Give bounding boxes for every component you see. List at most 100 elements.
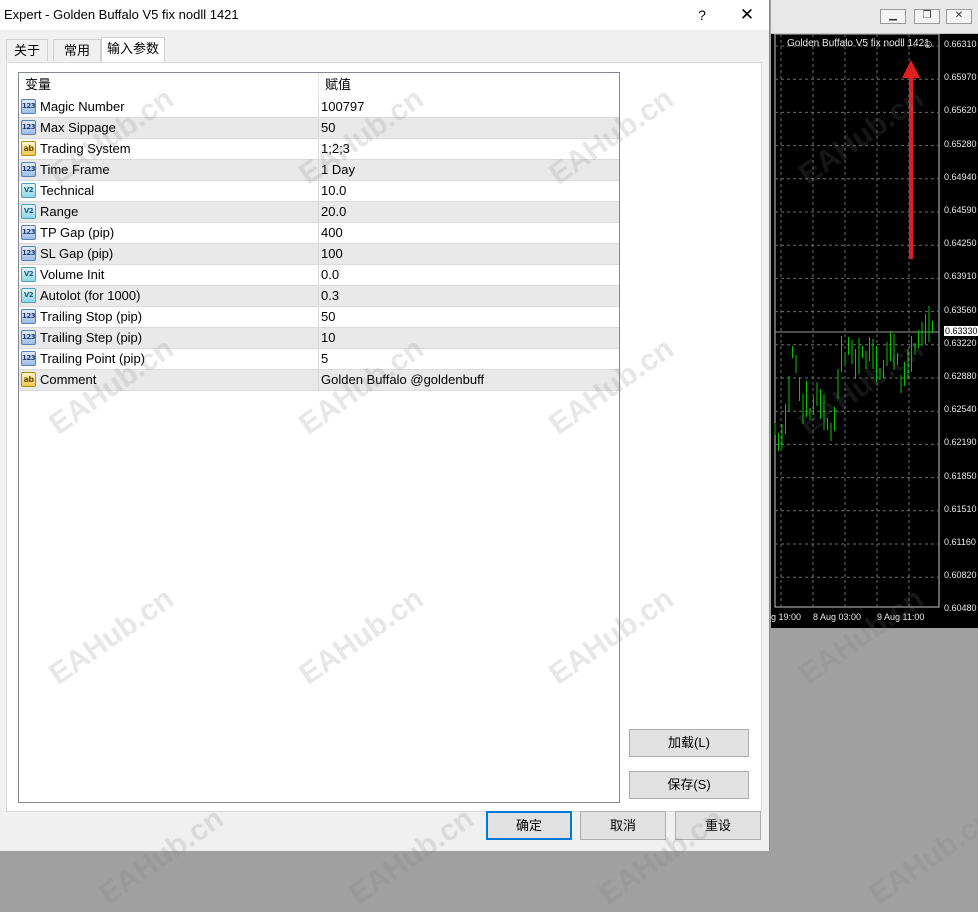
price-axis-label: 0.61160 (944, 537, 976, 547)
parameter-name-cell[interactable]: ab Comment (19, 370, 319, 390)
price-chart[interactable]: Golden Buffalo V5 fix nodll 1421 ☺ 0.663… (771, 34, 978, 628)
tab-about[interactable]: 关于 (6, 39, 48, 61)
help-button[interactable]: ? (690, 4, 714, 26)
parameter-row[interactable]: ab Trading System 1;2;3 (19, 139, 619, 160)
input-parameters-grid: 变量 赋值 123 Magic Number 100797 123 Max Sippag… (18, 72, 620, 803)
parameter-value[interactable]: 5 (319, 349, 619, 369)
parameter-value[interactable]: 100797 (319, 97, 619, 117)
restore-icon[interactable]: ❐ (914, 9, 940, 24)
parameter-row[interactable]: 123 Trailing Point (pip) 5 (19, 349, 619, 370)
int-type-icon: 123 (21, 162, 36, 177)
int-type-icon: 123 (21, 99, 36, 114)
parameter-value[interactable]: 50 (319, 118, 619, 138)
parameter-name-cell[interactable]: V2 Volume Init (19, 265, 319, 285)
parameter-name: Technical (40, 183, 95, 198)
parameter-name: TP Gap (pip) (40, 225, 115, 240)
parameter-name-cell[interactable]: 123 Trailing Point (pip) (19, 349, 319, 369)
tab-common[interactable]: 常用 (53, 39, 101, 61)
parameter-row[interactable]: V2 Technical 10.0 (19, 181, 619, 202)
int-type-icon: 123 (21, 330, 36, 345)
expert-properties-dialog: Expert - Golden Buffalo V5 fix nodll 142… (0, 0, 770, 851)
ok-button[interactable]: 确定 (486, 811, 572, 840)
parameter-name: SL Gap (pip) (40, 246, 114, 261)
load-button[interactable]: 加载(L) (629, 729, 749, 757)
parameter-name-cell[interactable]: 123 Max Sippage (19, 118, 319, 138)
int-type-icon: 123 (21, 225, 36, 240)
parameter-row[interactable]: 123 Max Sippage 50 (19, 118, 619, 139)
parameter-name-cell[interactable]: 123 Trailing Stop (pip) (19, 307, 319, 327)
dbl-type-icon: V2 (21, 183, 36, 198)
parameter-row[interactable]: V2 Volume Init 0.0 (19, 265, 619, 286)
parameter-name: Magic Number (40, 99, 125, 114)
parameter-row[interactable]: V2 Range 20.0 (19, 202, 619, 223)
parameter-value[interactable]: 1;2;3 (319, 139, 619, 159)
parameter-value[interactable]: 100 (319, 244, 619, 264)
int-type-icon: 123 (21, 309, 36, 324)
parameter-row[interactable]: 123 Time Frame 1 Day (19, 160, 619, 181)
parameter-value[interactable]: 10.0 (319, 181, 619, 201)
column-header-variable[interactable]: 变量 (19, 73, 319, 97)
column-header-value[interactable]: 赋值 (319, 73, 619, 97)
price-axis-label: 0.65620 (944, 105, 977, 116)
parameter-value[interactable]: Golden Buffalo @goldenbuff (319, 370, 619, 390)
parameter-name-cell[interactable]: 123 TP Gap (pip) (19, 223, 319, 243)
parameter-row[interactable]: 123 Trailing Stop (pip) 50 (19, 307, 619, 328)
int-type-icon: 123 (21, 120, 36, 135)
parameter-name-cell[interactable]: 123 Magic Number (19, 97, 319, 117)
parameter-row[interactable]: 123 SL Gap (pip) 100 (19, 244, 619, 265)
price-axis-label: 0.64940 (944, 171, 977, 182)
time-axis-label: 8 Aug 03:00 (813, 612, 862, 622)
parameter-name-cell[interactable]: 123 SL Gap (pip) (19, 244, 319, 264)
parameter-row[interactable]: 123 TP Gap (pip) 400 (19, 223, 619, 244)
parameter-name-cell[interactable]: V2 Autolot (for 1000) (19, 286, 319, 306)
parameter-name: Trailing Step (pip) (40, 330, 143, 345)
chart-window-titlebar[interactable]: ▁ ❐ ✕ (771, 0, 978, 34)
parameter-name-cell[interactable]: V2 Range (19, 202, 319, 222)
parameter-value[interactable]: 0.3 (319, 286, 619, 306)
dialog-titlebar[interactable]: Expert - Golden Buffalo V5 fix nodll 142… (0, 0, 769, 30)
price-axis-label: 0.61850 (944, 470, 977, 481)
parameter-name: Max Sippage (40, 120, 116, 135)
price-axis-label: 0.63560 (944, 304, 977, 315)
price-axis-label: 0.61510 (944, 503, 977, 514)
price-axis-label: 0.62190 (944, 437, 977, 448)
minimize-icon[interactable]: ▁ (880, 9, 906, 24)
parameter-row[interactable]: V2 Autolot (for 1000) 0.3 (19, 286, 619, 307)
parameter-name: Time Frame (40, 162, 110, 177)
parameter-value[interactable]: 0.0 (319, 265, 619, 285)
parameter-value[interactable]: 10 (319, 328, 619, 348)
tab-inputs[interactable]: 输入参数 (101, 37, 165, 62)
smile-icon: ☺ (922, 37, 935, 51)
parameter-name-cell[interactable]: 123 Time Frame (19, 160, 319, 180)
close-icon[interactable]: ✕ (946, 9, 972, 24)
price-axis-label: 0.64250 (944, 238, 977, 249)
annotation-arrow-head (902, 60, 920, 78)
grid-header: 变量 赋值 (19, 73, 619, 97)
reset-button[interactable]: 重设 (675, 811, 761, 840)
current-price-label: 0.63330 (944, 326, 978, 336)
parameter-row[interactable]: 123 Magic Number 100797 (19, 97, 619, 118)
parameter-row[interactable]: 123 Trailing Step (pip) 10 (19, 328, 619, 349)
dbl-type-icon: V2 (21, 288, 36, 303)
parameter-value[interactable]: 1 Day (319, 160, 619, 180)
parameter-name: Comment (40, 372, 97, 387)
str-type-icon: ab (21, 372, 36, 387)
parameter-value[interactable]: 50 (319, 307, 619, 327)
price-axis-label: 0.60820 (944, 570, 977, 581)
parameter-name-cell[interactable]: 123 Trailing Step (pip) (19, 328, 319, 348)
price-axis-label: 0.60480 (944, 603, 977, 614)
parameter-name: Range (40, 204, 79, 219)
save-button[interactable]: 保存(S) (629, 771, 749, 799)
parameter-value[interactable]: 400 (319, 223, 619, 243)
time-axis-label: g 19:00 (771, 612, 802, 622)
parameter-name: Volume Init (40, 267, 105, 282)
parameter-value[interactable]: 20.0 (319, 202, 619, 222)
close-button[interactable]: ✕ (734, 4, 760, 26)
time-axis-label: 9 Aug 11:00 (877, 612, 925, 622)
price-axis-label: 0.63910 (944, 271, 977, 282)
cancel-button[interactable]: 取消 (580, 811, 666, 840)
parameter-row[interactable]: ab Comment Golden Buffalo @goldenbuff (19, 370, 619, 391)
price-axis-label: 0.62540 (944, 404, 977, 415)
parameter-name-cell[interactable]: V2 Technical (19, 181, 319, 201)
parameter-name-cell[interactable]: ab Trading System (19, 139, 319, 159)
